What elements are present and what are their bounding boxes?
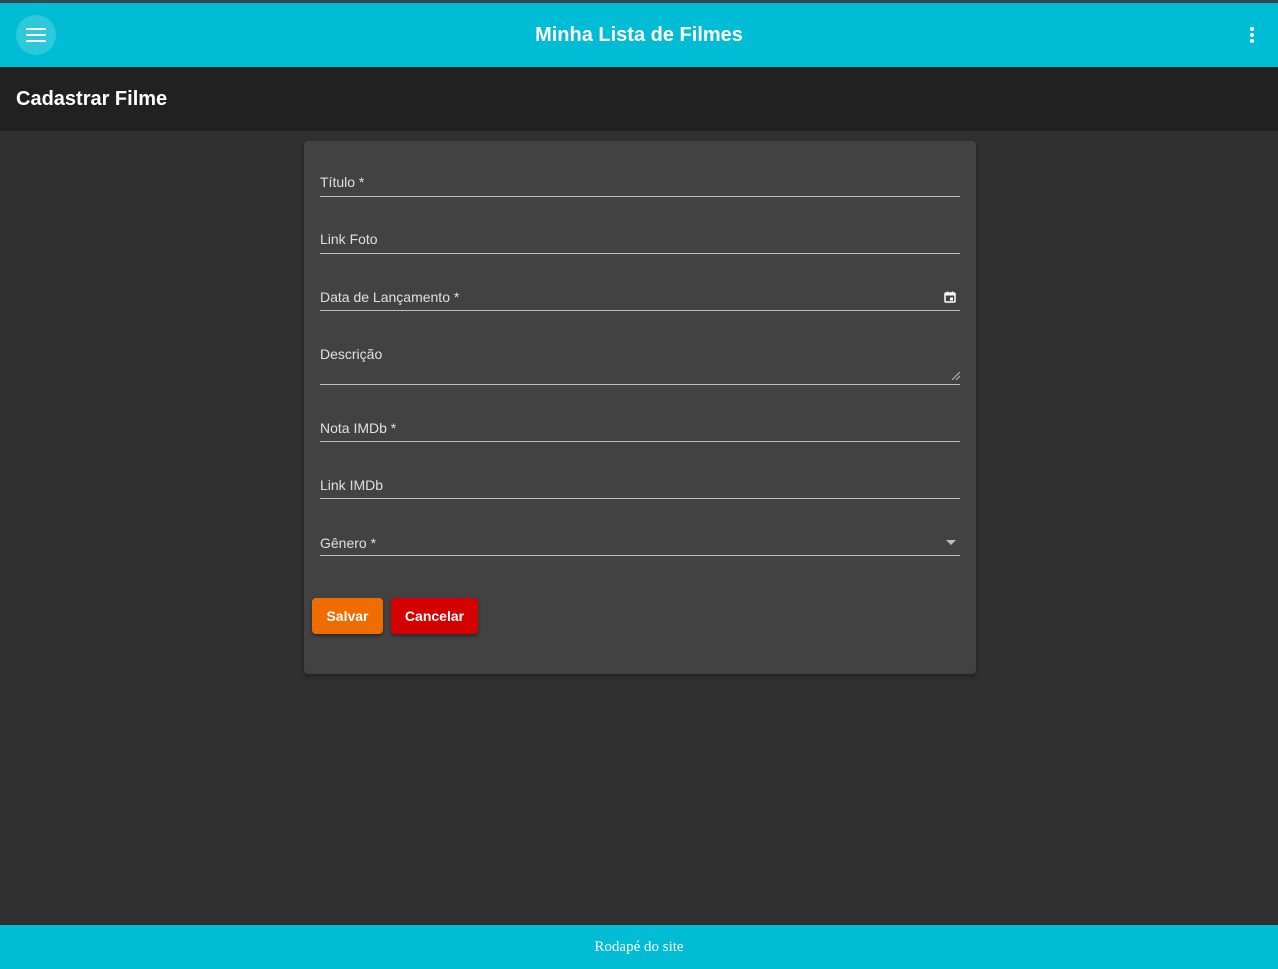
description-field[interactable]: Descrição [320, 332, 960, 385]
genre-select-label: Gênero * [320, 535, 377, 551]
site-footer: Rodapé do site [0, 925, 1278, 969]
page-title: Cadastrar Filme [16, 87, 168, 110]
cancel-button[interactable]: Cancelar [391, 598, 478, 634]
menu-button[interactable] [16, 15, 56, 55]
app-bar: Minha Lista de Filmes [0, 3, 1278, 67]
movie-form-card: Título * Link Foto Data de Lançamento * … [304, 141, 976, 674]
dropdown-arrow-icon[interactable] [946, 540, 956, 545]
release-date-field[interactable]: Data de Lançamento * [320, 275, 960, 311]
photo-link-field[interactable]: Link Foto [320, 218, 960, 254]
page-header: Cadastrar Filme [0, 67, 1278, 131]
cancel-button-label: Cancelar [404, 608, 465, 624]
imdb-rating-field[interactable]: Nota IMDb * [320, 406, 960, 442]
resize-handle-icon[interactable] [952, 372, 960, 380]
calendar-icon[interactable] [944, 291, 956, 303]
menu-icon [26, 28, 46, 42]
genre-select[interactable]: Gênero * [320, 520, 960, 556]
imdb-link-field[interactable]: Link IMDb [320, 463, 960, 499]
more-options-button[interactable] [1244, 15, 1260, 55]
photo-link-field-label: Link Foto [320, 231, 378, 247]
release-date-field-label: Data de Lançamento * [320, 289, 460, 305]
save-button-label: Salvar [326, 608, 369, 624]
app-title: Minha Lista de Filmes [535, 23, 743, 46]
description-field-label: Descrição [320, 346, 383, 362]
imdb-rating-field-label: Nota IMDb * [320, 420, 397, 436]
imdb-link-field-label: Link IMDb [320, 477, 384, 493]
save-button[interactable]: Salvar [312, 598, 383, 634]
title-field[interactable]: Título * [320, 161, 960, 197]
footer-text: Rodapé do site [594, 938, 684, 955]
more-vert-icon [1250, 27, 1254, 43]
title-field-label: Título * [320, 174, 365, 190]
